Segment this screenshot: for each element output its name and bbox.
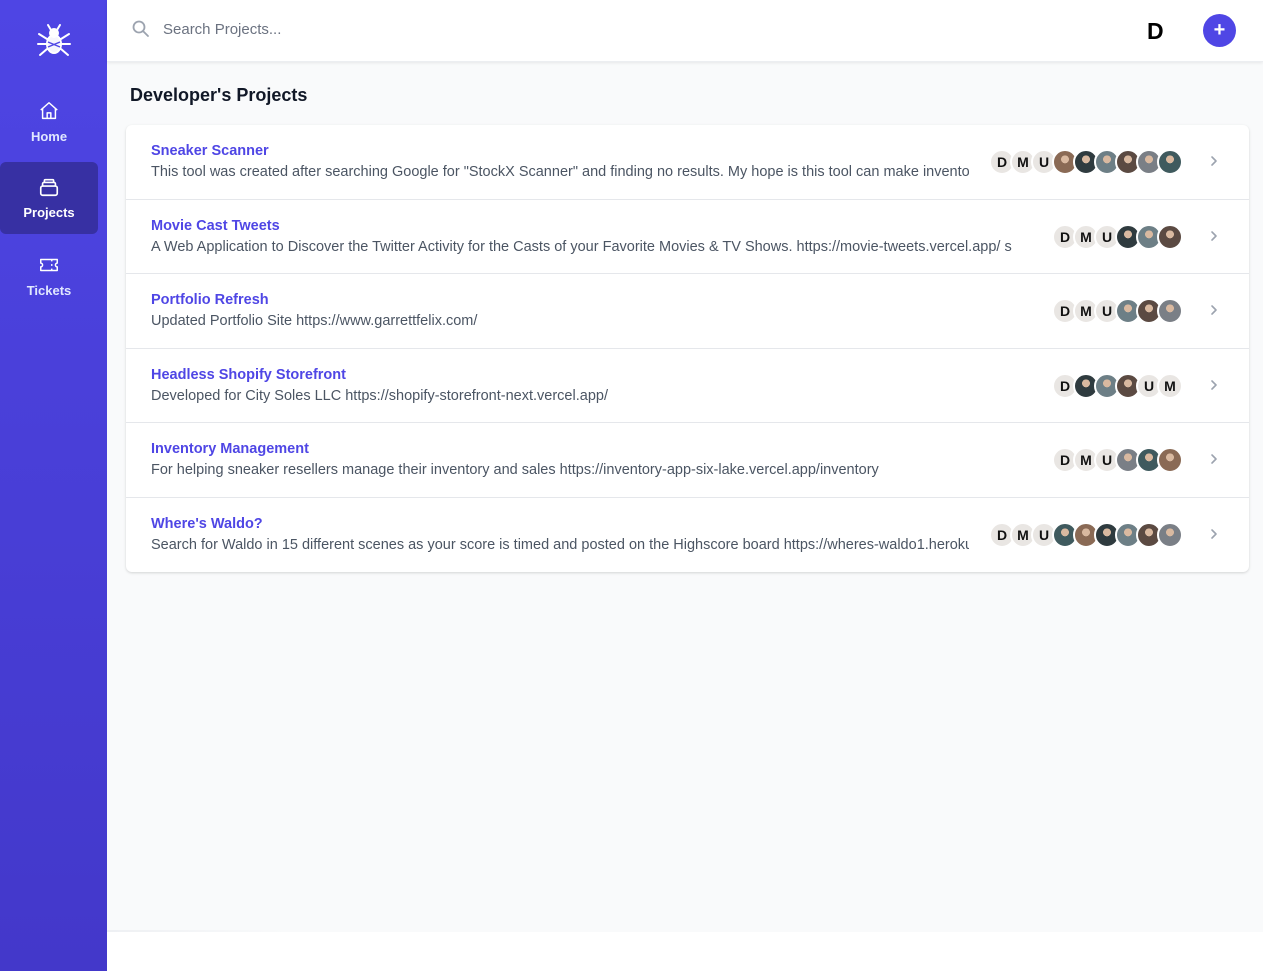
home-icon — [40, 102, 58, 120]
member-avatars: DMU — [989, 521, 1183, 548]
search-input[interactable] — [163, 16, 863, 42]
project-row[interactable]: Inventory Management For helping sneaker … — [126, 423, 1249, 498]
project-row[interactable]: Where's Waldo? Search for Waldo in 15 dif… — [126, 498, 1249, 573]
member-photo-avatar — [1157, 298, 1183, 324]
sidebar-item-label: Projects — [23, 205, 75, 220]
project-row[interactable]: Movie Cast Tweets A Web Application to Di… — [126, 200, 1249, 274]
member-avatars: DMU — [1052, 298, 1183, 324]
project-row[interactable]: Headless Shopify Storefront Developed for… — [126, 349, 1249, 423]
project-name-link[interactable]: Headless Shopify Storefront — [151, 367, 346, 383]
chevron-right-icon[interactable] — [1206, 300, 1222, 320]
sidebar-item-label: Tickets — [26, 283, 72, 298]
footer-area — [107, 932, 1263, 971]
project-description: For helping sneaker resellers manage the… — [151, 462, 879, 478]
member-avatar: M — [1157, 372, 1183, 399]
member-photo-avatar — [1157, 223, 1183, 250]
add-project-button[interactable]: + — [1203, 14, 1236, 47]
project-description: A Web Application to Discover the Twitte… — [151, 238, 1012, 255]
project-name-link[interactable]: Where's Waldo? — [151, 516, 263, 532]
project-name-link[interactable]: Portfolio Refresh — [151, 292, 269, 308]
project-description: Search for Waldo in 15 different scenes … — [151, 536, 969, 553]
sidebar-item-tickets[interactable]: Tickets — [0, 240, 98, 312]
user-avatar[interactable]: D — [1147, 18, 1164, 45]
member-photo-avatar — [1157, 521, 1183, 548]
project-description: Developed for City Soles LLC https://sho… — [151, 387, 608, 404]
member-photo-avatar — [1157, 149, 1183, 175]
project-row[interactable]: Portfolio Refresh Updated Portfolio Site … — [126, 274, 1249, 349]
project-description: Updated Portfolio Site https://www.garre… — [151, 313, 478, 329]
bug-icon[interactable] — [0, 20, 107, 64]
member-avatars: DMU — [989, 149, 1183, 175]
project-name-link[interactable]: Sneaker Scanner — [151, 143, 269, 159]
chevron-right-icon[interactable] — [1206, 524, 1222, 544]
projects-icon — [39, 178, 59, 197]
chevron-right-icon[interactable] — [1206, 449, 1222, 469]
project-name-link[interactable]: Movie Cast Tweets — [151, 218, 280, 234]
ticket-icon — [40, 258, 58, 272]
project-name-link[interactable]: Inventory Management — [151, 441, 309, 457]
member-photo-avatar — [1157, 447, 1183, 473]
member-avatars: DMU — [1052, 223, 1183, 250]
sidebar-item-home[interactable]: Home — [0, 86, 98, 158]
chevron-right-icon[interactable] — [1206, 226, 1222, 246]
page-title: Developer's Projects — [130, 85, 308, 105]
member-avatars: DUM — [1052, 372, 1183, 399]
project-description: This tool was created after searching Go… — [151, 164, 969, 180]
sidebar: Home Projects Tickets — [0, 0, 107, 971]
member-avatars: DMU — [1052, 447, 1183, 473]
project-list: Sneaker Scanner This tool was created aft… — [126, 125, 1249, 572]
top-bar: D + — [107, 0, 1263, 62]
sidebar-item-label: Home — [30, 129, 68, 144]
chevron-right-icon[interactable] — [1206, 151, 1222, 171]
project-row[interactable]: Sneaker Scanner This tool was created aft… — [126, 125, 1249, 200]
chevron-right-icon[interactable] — [1206, 375, 1222, 395]
sidebar-item-projects[interactable]: Projects — [0, 162, 98, 234]
search-icon — [132, 20, 149, 37]
